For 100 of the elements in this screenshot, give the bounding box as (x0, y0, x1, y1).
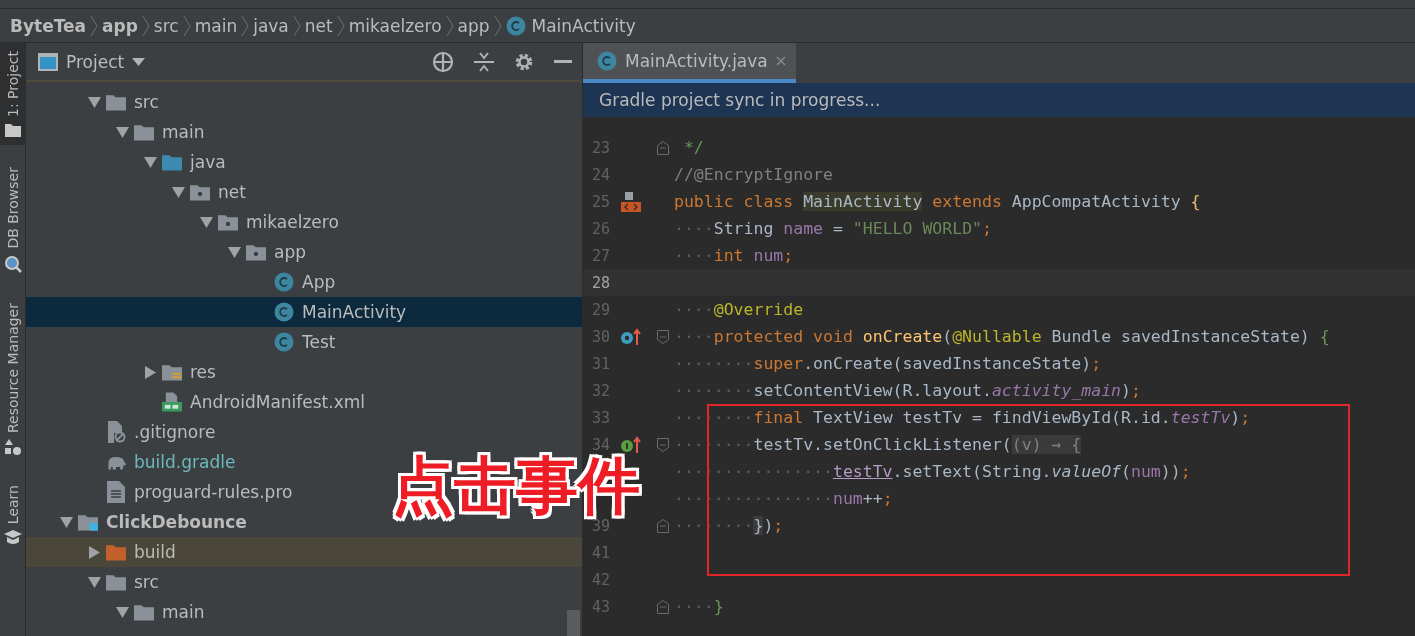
breadcrumb-item[interactable]: src (153, 15, 179, 36)
dropdown-caret-icon[interactable] (132, 57, 146, 66)
line-number: 32 (590, 381, 610, 400)
resource-folder-icon (162, 363, 182, 381)
package-icon (190, 183, 210, 201)
expanded-arrow-icon[interactable] (143, 155, 157, 169)
expanded-arrow-icon[interactable] (87, 95, 101, 109)
module-icon (78, 513, 98, 531)
fold-icon[interactable] (657, 437, 669, 452)
breadcrumb-item[interactable]: net (304, 15, 333, 36)
breadcrumb-item[interactable]: MainActivity (505, 15, 636, 36)
tool-window-button[interactable]: DB Browser (0, 159, 25, 281)
tree-item[interactable]: build (26, 537, 582, 567)
expanded-arrow-icon[interactable] (115, 605, 129, 619)
code-line: //@EncryptIgnore (674, 165, 833, 184)
tree-label: AndroidManifest.xml (190, 392, 366, 412)
panel-title[interactable]: Project (66, 51, 125, 72)
editor-tab[interactable]: MainActivity.java (583, 43, 796, 83)
line-number: 29 (590, 300, 610, 319)
line-number: 25 (590, 192, 610, 211)
tree-label: src (134, 572, 159, 592)
line-number: 30 (590, 327, 610, 346)
collapsed-arrow-icon[interactable] (143, 365, 157, 379)
line-number: 39 (591, 516, 610, 535)
class-icon (274, 332, 294, 352)
tree-item[interactable]: AndroidManifest.xml (26, 387, 582, 417)
tree-item[interactable]: App (26, 267, 582, 297)
override-marker-icon[interactable] (620, 327, 642, 346)
code-line: ····int num; (674, 246, 794, 265)
expanded-arrow-icon[interactable] (227, 245, 241, 259)
tool-window-button[interactable]: Learn (0, 476, 25, 554)
expanded-arrow-icon[interactable] (87, 575, 101, 589)
tree-item[interactable]: src (26, 567, 582, 597)
manifest-icon (162, 392, 182, 412)
fold-end-icon[interactable] (657, 599, 669, 614)
tree-item[interactable]: res (26, 357, 582, 387)
tree-label: ClickDebounce (106, 512, 247, 532)
tree-item[interactable]: MainActivity (26, 297, 582, 327)
scrollbar-thumb[interactable] (567, 610, 580, 636)
collapsed-arrow-icon[interactable] (87, 545, 101, 559)
class-icon (274, 272, 294, 292)
tree-item[interactable]: mikaelzero (26, 207, 582, 237)
breadcrumb-item[interactable]: ByteTea (10, 15, 87, 36)
tree-item[interactable]: app (26, 237, 582, 267)
implements-marker-icon[interactable] (620, 435, 642, 454)
tree-label: main (162, 602, 205, 622)
tree-item[interactable]: main (26, 597, 582, 627)
file-icon (107, 481, 125, 503)
code-line: */ (682, 138, 704, 157)
folder-icon (106, 573, 126, 591)
breadcrumb-item[interactable]: main (194, 15, 238, 36)
code-line: ····String name = "HELLO WORLD"; (674, 219, 992, 238)
ignored-file-icon (106, 421, 126, 443)
magnifier-icon (3, 254, 22, 273)
chevron-icon (292, 14, 301, 37)
collapse-all-icon[interactable] (474, 50, 494, 73)
tree-item[interactable]: net (26, 177, 582, 207)
notification-banner: Gradle project sync in progress... (583, 83, 1415, 117)
fold-icon[interactable] (657, 329, 669, 344)
window-icon (38, 52, 58, 71)
folder-icon (162, 153, 182, 171)
close-icon[interactable] (775, 56, 786, 66)
tool-window-button[interactable]: Resource Manager (0, 294, 25, 463)
breadcrumb-item[interactable]: mikaelzero (348, 15, 442, 36)
breadcrumb-item[interactable]: java (253, 15, 289, 36)
tree-item[interactable]: java (26, 147, 582, 177)
crosshair-icon[interactable] (432, 50, 454, 73)
folder-icon (106, 93, 126, 111)
tree-item[interactable]: Test (26, 327, 582, 357)
expanded-arrow-icon[interactable] (171, 185, 185, 199)
tree-item[interactable]: main (26, 117, 582, 147)
line-number: 34 (590, 435, 610, 454)
line-number: 24 (590, 165, 610, 184)
chevron-icon (241, 14, 250, 37)
expanded-arrow-icon[interactable] (115, 125, 129, 139)
tool-window-button[interactable]: 1: Project (0, 43, 25, 145)
expanded-arrow-icon[interactable] (199, 215, 213, 229)
settings-icon[interactable] (514, 51, 534, 72)
line-number: 27 (590, 246, 610, 265)
line-number: 43 (590, 597, 610, 616)
tree-label: build.gradle (134, 452, 236, 472)
tree-label: .gitignore (134, 422, 216, 442)
line-number: 33 (590, 408, 610, 427)
tree-label: App (302, 272, 336, 292)
line-number: 42 (590, 570, 610, 589)
fold-end-icon[interactable] (657, 518, 669, 533)
class-icon (505, 15, 526, 36)
breadcrumb-item[interactable]: app (457, 15, 490, 36)
tree-item[interactable]: .gitignore (26, 417, 582, 447)
breadcrumb-item[interactable]: app (102, 15, 138, 36)
tree-item[interactable]: src (26, 87, 582, 117)
shapes-icon (4, 438, 21, 455)
tree-label: res (190, 362, 216, 382)
fold-end-icon[interactable] (657, 140, 669, 155)
tree-label: app (274, 242, 306, 262)
minimize-icon[interactable] (554, 59, 572, 64)
expanded-arrow-icon[interactable] (59, 515, 73, 529)
package-icon (246, 243, 266, 261)
implemented-marker-icon[interactable] (621, 191, 641, 212)
code-line: ········super.onCreate(savedInstanceState); (674, 354, 1102, 373)
